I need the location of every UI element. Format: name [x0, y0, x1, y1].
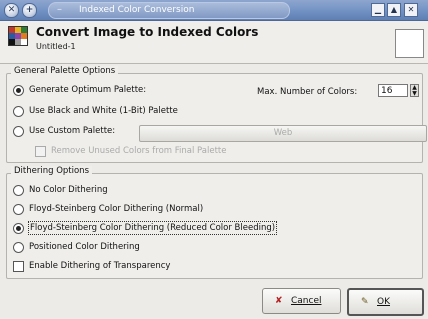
minimize-icon[interactable]: ▁	[371, 3, 385, 17]
custom-palette-radio[interactable]	[13, 126, 24, 137]
black-white-radio[interactable]	[13, 106, 24, 117]
dithering-options-frame: Dithering Options No Color Dithering Flo…	[6, 166, 423, 279]
fs-normal-radio[interactable]	[13, 204, 24, 215]
palette-options-title: General Palette Options	[11, 66, 119, 76]
remove-unused-label: Remove Unused Colors from Final Palette	[51, 146, 227, 156]
positioned-radio[interactable]	[13, 242, 24, 253]
image-name: Untitled-1	[36, 42, 76, 51]
transparency-checkbox[interactable]	[13, 261, 24, 272]
cancel-label: Cancel	[291, 296, 322, 306]
generate-optimum-label: Generate Optimum Palette:	[29, 85, 147, 95]
custom-palette-select[interactable]: Web	[139, 125, 427, 142]
max-colors-input[interactable]: 16	[378, 84, 408, 97]
custom-palette-option[interactable]: Use Custom Palette: Web	[13, 125, 427, 142]
title-dash-icon: –	[57, 4, 62, 15]
cancel-icon: ✘	[275, 296, 283, 306]
image-preview	[395, 29, 424, 58]
fs-normal-label: Floyd-Steinberg Color Dithering (Normal)	[29, 204, 204, 214]
close-icon[interactable]: ✕	[404, 3, 418, 17]
palette-icon	[8, 26, 28, 46]
maximize-icon[interactable]: ▲	[387, 3, 401, 17]
palette-options-frame: General Palette Options Generate Optimum…	[6, 66, 427, 163]
title-pill: – Indexed Color Conversion	[48, 2, 290, 19]
black-white-label: Use Black and White (1-Bit) Palette	[29, 106, 178, 116]
transparency-label: Enable Dithering of Transparency	[29, 261, 171, 271]
generate-optimum-radio[interactable]	[13, 85, 24, 96]
fs-reduced-label: Floyd-Steinberg Color Dithering (Reduced…	[27, 221, 278, 235]
no-dithering-label: No Color Dithering	[29, 185, 108, 195]
fs-reduced-radio[interactable]	[13, 223, 24, 234]
max-colors-label: Max. Number of Colors:	[257, 87, 358, 97]
ok-button[interactable]: ✎ OK	[347, 288, 424, 316]
title-bar[interactable]: ✕ + – Indexed Color Conversion ▁ ▲ ✕	[0, 0, 428, 21]
window-close-icon[interactable]: ✕	[4, 3, 19, 18]
window-menu-icon[interactable]: +	[22, 3, 37, 18]
ok-label: OK	[377, 297, 390, 307]
no-dithering-radio[interactable]	[13, 185, 24, 196]
window-title: Indexed Color Conversion	[79, 5, 195, 15]
dialog-heading: Convert Image to Indexed Colors	[36, 25, 259, 39]
spin-arrows-icon[interactable]: ▲ ▼	[410, 84, 419, 97]
dialog-header: Convert Image to Indexed Colors Untitled…	[0, 21, 428, 64]
remove-unused-checkbox[interactable]	[35, 146, 46, 157]
ok-icon: ✎	[361, 297, 369, 307]
cancel-button[interactable]: ✘ Cancel	[262, 288, 341, 314]
positioned-label: Positioned Color Dithering	[29, 242, 140, 252]
custom-palette-label: Use Custom Palette:	[29, 126, 116, 136]
indexed-color-dialog: ✕ + – Indexed Color Conversion ▁ ▲ ✕ Con…	[0, 0, 428, 319]
dithering-options-title: Dithering Options	[11, 166, 92, 176]
generate-optimum-option[interactable]: Generate Optimum Palette: Max. Number of…	[13, 84, 419, 98]
